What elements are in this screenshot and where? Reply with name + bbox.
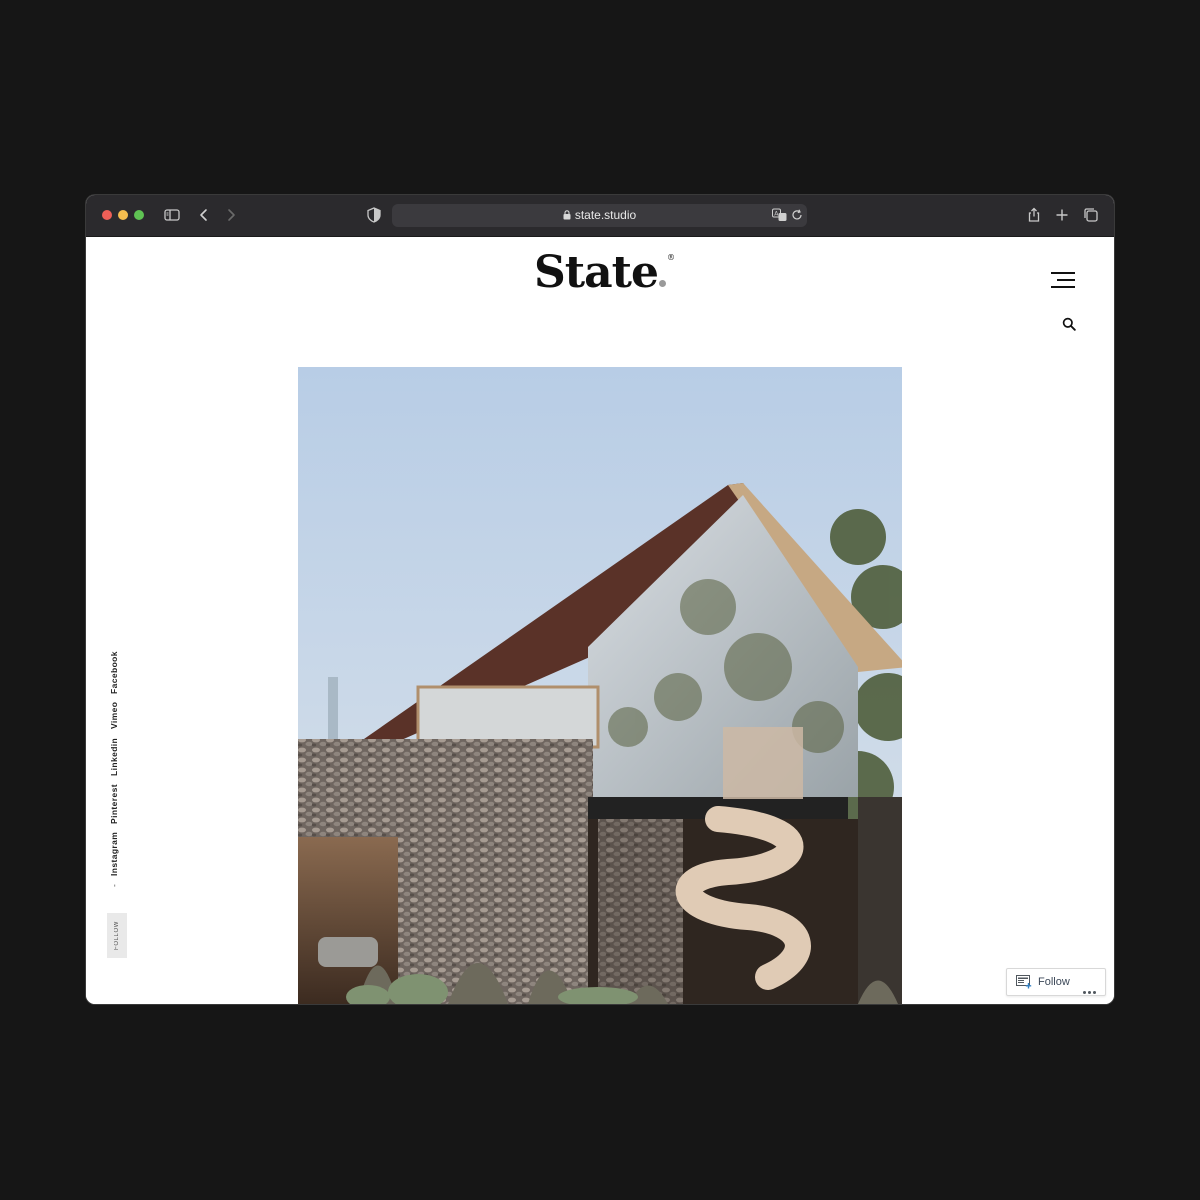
minimize-window-button[interactable] bbox=[118, 210, 128, 220]
social-link-pinterest[interactable]: Pinterest bbox=[109, 784, 119, 824]
social-separator: - bbox=[109, 883, 119, 887]
social-link-facebook[interactable]: Facebook bbox=[109, 651, 119, 694]
social-link-vimeo[interactable]: Vimeo bbox=[109, 702, 119, 729]
follow-tab[interactable]: FOLLOW bbox=[107, 913, 127, 958]
chevron-left-icon[interactable] bbox=[195, 206, 213, 224]
follow-button-label: Follow bbox=[1038, 976, 1070, 988]
reader-follow-icon bbox=[1016, 975, 1032, 989]
close-window-button[interactable] bbox=[102, 210, 112, 220]
zoom-window-button[interactable] bbox=[134, 210, 144, 220]
reload-icon[interactable] bbox=[791, 209, 803, 221]
tabs-overview-icon[interactable] bbox=[1082, 206, 1100, 224]
browser-toolbar: state.studio A bbox=[86, 195, 1114, 237]
sidebar-icon[interactable] bbox=[163, 206, 181, 224]
url-text: state.studio bbox=[574, 208, 637, 222]
social-link-linkedin[interactable]: Linkedin bbox=[109, 737, 119, 775]
svg-text:A: A bbox=[774, 211, 779, 218]
share-icon[interactable] bbox=[1025, 206, 1043, 224]
logo-text: State bbox=[534, 247, 659, 298]
page-content: State ® - Instagram Pinterest Linkedin V… bbox=[86, 237, 1114, 1004]
browser-window: state.studio A State ® - Instagram Pinte… bbox=[86, 195, 1114, 1004]
hamburger-icon[interactable] bbox=[1049, 272, 1075, 290]
lock-icon bbox=[563, 210, 571, 220]
logo-dot bbox=[658, 280, 666, 287]
shield-icon[interactable] bbox=[365, 206, 383, 224]
search-icon[interactable] bbox=[1062, 317, 1076, 331]
plus-icon[interactable] bbox=[1053, 206, 1071, 224]
hero-image[interactable] bbox=[298, 367, 902, 1004]
translate-icon[interactable]: A bbox=[772, 208, 788, 222]
chevron-right-icon[interactable] bbox=[222, 206, 240, 224]
follow-widget[interactable]: Follow bbox=[1006, 968, 1106, 996]
registered-mark: ® bbox=[666, 253, 675, 262]
follow-tab-label: FOLLOW bbox=[114, 921, 120, 950]
site-logo[interactable]: State ® bbox=[86, 247, 1114, 298]
social-link-instagram[interactable]: Instagram bbox=[109, 832, 119, 876]
ellipsis-icon[interactable] bbox=[1083, 981, 1098, 999]
address-bar[interactable]: state.studio A bbox=[392, 204, 807, 227]
social-links: - Instagram Pinterest Linkedin Vimeo Fac… bbox=[102, 641, 126, 901]
